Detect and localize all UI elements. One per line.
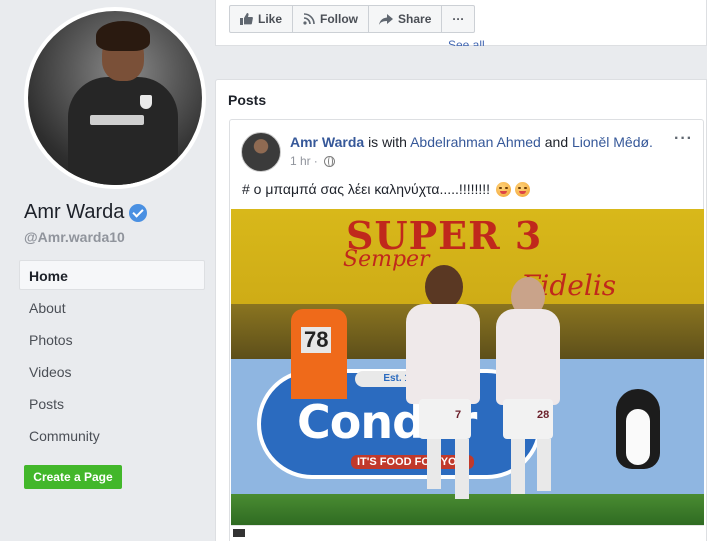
share-label: Share: [398, 12, 432, 26]
steward: 78: [291, 309, 347, 399]
share-button[interactable]: Share: [368, 5, 443, 33]
globe-icon[interactable]: [323, 155, 335, 167]
tagged-user-1-link[interactable]: Abdelrahman Ahmed: [410, 134, 541, 150]
nav-item-posts[interactable]: Posts: [19, 388, 205, 420]
create-page-button[interactable]: Create a Page: [24, 465, 122, 489]
see-all-link[interactable]: See all: [448, 38, 485, 46]
like-label: Like: [258, 12, 283, 26]
posts-card: Posts Amr Warda is with Abdelrahman Ahme…: [215, 79, 707, 541]
meta-separator: ·: [313, 154, 318, 168]
page-name-text[interactable]: Amr Warda: [24, 201, 124, 224]
share-arrow-icon: [379, 13, 394, 25]
profile-photo: [28, 11, 202, 185]
post-message: # ο μπαμπά σας λέει καληνύχτα.....!!!!!!…: [242, 181, 491, 197]
penguin-mascot: [616, 389, 660, 469]
more-actions-button[interactable]: ···: [441, 5, 476, 33]
player-1-number: 7: [455, 409, 462, 421]
banner-motto-1: Semper: [343, 247, 430, 272]
nav-item-home[interactable]: Home: [19, 260, 205, 290]
player-1: [406, 304, 480, 404]
follow-label: Follow: [320, 12, 359, 26]
post-photo[interactable]: SUPER 3 Semper Fidelis Est. 1979 Condor …: [231, 209, 704, 525]
nav-item-community[interactable]: Community: [19, 420, 205, 452]
is-with-text: is with: [368, 134, 407, 150]
page-name[interactable]: Amr Warda: [24, 201, 148, 224]
posts-heading: Posts: [228, 92, 267, 108]
page-actions-card: Like Follow Share ··· See all: [215, 0, 707, 46]
left-column: Amr Warda @Amr.warda10 Home About Photos…: [0, 0, 215, 541]
profile-picture[interactable]: [24, 7, 206, 189]
tongue-emoji-icon: [496, 181, 512, 197]
photo-footer: [231, 525, 704, 541]
post-text: # ο μπαμπά σας λέει καληνύχτα.....!!!!!!…: [242, 181, 531, 197]
nav-item-videos[interactable]: Videos: [19, 356, 205, 388]
player-1-head: [425, 265, 463, 309]
post-timestamp[interactable]: 1 hr: [290, 154, 311, 168]
photo-credit-mark: [233, 529, 245, 537]
page-nav: Home About Photos Videos Posts Community: [19, 260, 205, 452]
page-actions: Like Follow Share ···: [229, 5, 476, 33]
tongue-emoji-icon: [515, 181, 531, 197]
like-button[interactable]: Like: [229, 5, 294, 33]
player-1-shorts: [419, 399, 471, 439]
player-2-number: 28: [537, 409, 550, 421]
rss-icon: [303, 13, 315, 25]
nav-item-about[interactable]: About: [19, 292, 205, 324]
thumbs-up-icon: [240, 13, 253, 25]
post-author-avatar[interactable]: [241, 132, 281, 172]
steward-number: 78: [301, 327, 332, 353]
verified-check-icon: [129, 203, 148, 222]
post-header: Amr Warda is with Abdelrahman Ahmed and …: [290, 134, 670, 150]
follow-button[interactable]: Follow: [292, 5, 370, 33]
player-2: [496, 309, 560, 405]
post-meta: 1 hr ·: [290, 154, 335, 168]
and-text: and: [544, 134, 569, 150]
post-author-link[interactable]: Amr Warda: [290, 134, 364, 150]
post-options-button[interactable]: ···: [674, 130, 693, 148]
nav-item-photos[interactable]: Photos: [19, 324, 205, 356]
tagged-user-2-link[interactable]: Lioněl Mêdø.: [572, 134, 653, 150]
post: Amr Warda is with Abdelrahman Ahmed and …: [229, 119, 704, 541]
page-handle[interactable]: @Amr.warda10: [24, 229, 125, 245]
